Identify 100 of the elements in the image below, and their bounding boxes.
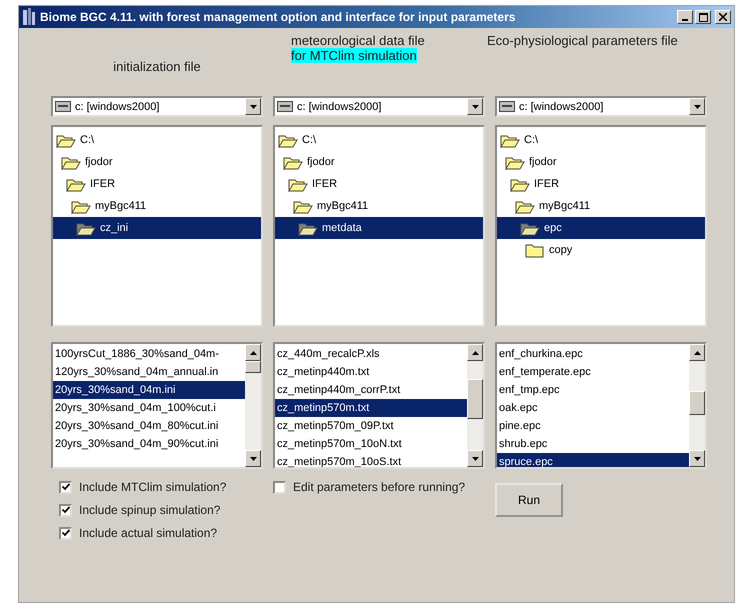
file-item[interactable]: enf_temperate.epc	[497, 363, 689, 381]
folder-item[interactable]: C:\	[275, 129, 483, 151]
folder-item[interactable]: metdata	[275, 217, 483, 239]
folder-item[interactable]: IFER	[497, 173, 705, 195]
folder-item[interactable]: IFER	[275, 173, 483, 195]
folder-icon	[56, 132, 76, 148]
folder-item[interactable]: IFER	[53, 173, 261, 195]
scroll-down-button[interactable]	[245, 450, 261, 467]
folder-icon	[76, 220, 96, 236]
check-icon	[62, 506, 70, 514]
close-button[interactable]	[715, 10, 731, 24]
folder-item[interactable]: myBgc411	[275, 195, 483, 217]
down-arrow-icon	[694, 456, 700, 460]
maximize-button[interactable]	[695, 10, 711, 24]
folder-item[interactable]: C:\	[497, 129, 705, 151]
folder-item[interactable]: C:\	[53, 129, 261, 151]
folder-icon	[505, 154, 525, 170]
file-item[interactable]: pine.epc	[497, 417, 689, 435]
folder-icon	[293, 198, 313, 214]
drive-icon	[55, 101, 71, 112]
folder-item[interactable]: myBgc411	[53, 195, 261, 217]
folder-icon	[298, 220, 318, 236]
checkbox[interactable]	[273, 480, 286, 494]
file-item[interactable]: oak.epc	[497, 399, 689, 417]
file-item[interactable]: enf_tmp.epc	[497, 381, 689, 399]
folder-item[interactable]: myBgc411	[497, 195, 705, 217]
column-heading: for MTClim simulation	[291, 48, 417, 63]
scroll-down-button[interactable]	[689, 450, 705, 467]
file-item[interactable]: cz_440m_recalcP.xls	[275, 345, 467, 363]
file-item[interactable]: cz_metinp440m.txt	[275, 363, 467, 381]
up-arrow-icon	[472, 350, 478, 354]
folder-icon	[278, 132, 298, 148]
checkbox-label: Include spinup simulation?	[79, 503, 220, 517]
scroll-up-button[interactable]	[689, 344, 705, 361]
file-item[interactable]: cz_metinp570m_10oN.txt	[275, 435, 467, 453]
checkbox-label: Include MTClim simulation?	[79, 480, 226, 494]
drive-dropdown[interactable]: c: [windows2000]	[273, 96, 485, 117]
app-icon	[22, 8, 36, 26]
drive-dropdown[interactable]: c: [windows2000]	[495, 96, 707, 117]
folder-icon	[288, 176, 308, 192]
check-icon	[62, 483, 70, 491]
scroll-up-button[interactable]	[245, 344, 261, 361]
run-button[interactable]: Run	[495, 483, 563, 517]
column-heading: initialization file	[113, 58, 201, 74]
scroll-up-button[interactable]	[467, 344, 483, 361]
file-item[interactable]: cz_metinp570m_10oS.txt	[275, 453, 467, 467]
scroll-down-button[interactable]	[467, 450, 483, 467]
folder-item[interactable]: copy	[497, 239, 705, 261]
scrollbar[interactable]	[467, 344, 483, 467]
file-item[interactable]: 20yrs_30%sand_04m_100%cut.i	[53, 399, 245, 417]
dropdown-button[interactable]	[689, 98, 705, 115]
checkbox[interactable]	[59, 480, 72, 494]
folder-item[interactable]: fjodor	[497, 151, 705, 173]
file-item[interactable]: 120yrs_30%sand_04m_annual.in	[53, 363, 245, 381]
folder-icon	[500, 132, 520, 148]
folder-icon	[525, 242, 545, 258]
folder-item[interactable]: cz_ini	[53, 217, 261, 239]
maximize-icon	[698, 12, 708, 22]
folder-icon	[510, 176, 530, 192]
checkbox-label: Include actual simulation?	[79, 526, 218, 540]
close-icon	[719, 13, 727, 21]
down-arrow-icon	[250, 456, 256, 460]
check-icon	[62, 529, 70, 537]
folder-item[interactable]: fjodor	[275, 151, 483, 173]
file-item[interactable]: 100yrsCut_1886_30%sand_04m-	[53, 345, 245, 363]
file-item[interactable]: 20yrs_30%sand_04m.ini	[53, 381, 245, 399]
scrollbar[interactable]	[689, 344, 705, 467]
file-item[interactable]: 20yrs_30%sand_04m_80%cut.ini	[53, 417, 245, 435]
folder-icon	[520, 220, 540, 236]
minimize-button[interactable]	[677, 10, 693, 24]
file-item[interactable]: enf_churkina.epc	[497, 345, 689, 363]
column-heading: Eco-physiological parameters file	[487, 33, 679, 48]
folder-icon	[66, 176, 86, 192]
column-heading: meteorological data file	[291, 33, 426, 48]
up-arrow-icon	[694, 350, 700, 354]
file-item[interactable]: cz_metinp570m_09P.txt	[275, 417, 467, 435]
scrollbar-thumb[interactable]	[689, 391, 705, 415]
dropdown-button[interactable]	[245, 98, 261, 115]
checkbox[interactable]	[59, 526, 72, 540]
drive-icon	[277, 101, 293, 112]
file-item[interactable]: cz_metinp440m_corrP.txt	[275, 381, 467, 399]
scrollbar-thumb[interactable]	[467, 379, 483, 419]
folder-icon	[71, 198, 91, 214]
file-item[interactable]: shrub.epc	[497, 435, 689, 453]
drive-dropdown[interactable]: c: [windows2000]	[51, 96, 263, 117]
scrollbar[interactable]	[245, 344, 261, 467]
file-item[interactable]: spruce.epc	[497, 453, 689, 467]
up-arrow-icon	[250, 350, 256, 354]
down-arrow-icon	[694, 104, 700, 108]
folder-item[interactable]: epc	[497, 217, 705, 239]
dropdown-button[interactable]	[467, 98, 483, 115]
file-item[interactable]: 20yrs_30%sand_04m_90%cut.ini	[53, 435, 245, 453]
down-arrow-icon	[472, 104, 478, 108]
folder-icon	[61, 154, 81, 170]
down-arrow-icon	[250, 104, 256, 108]
down-arrow-icon	[472, 456, 478, 460]
folder-item[interactable]: fjodor	[53, 151, 261, 173]
checkbox[interactable]	[59, 504, 72, 516]
scrollbar-thumb[interactable]	[245, 361, 261, 373]
file-item[interactable]: cz_metinp570m.txt	[275, 399, 467, 417]
